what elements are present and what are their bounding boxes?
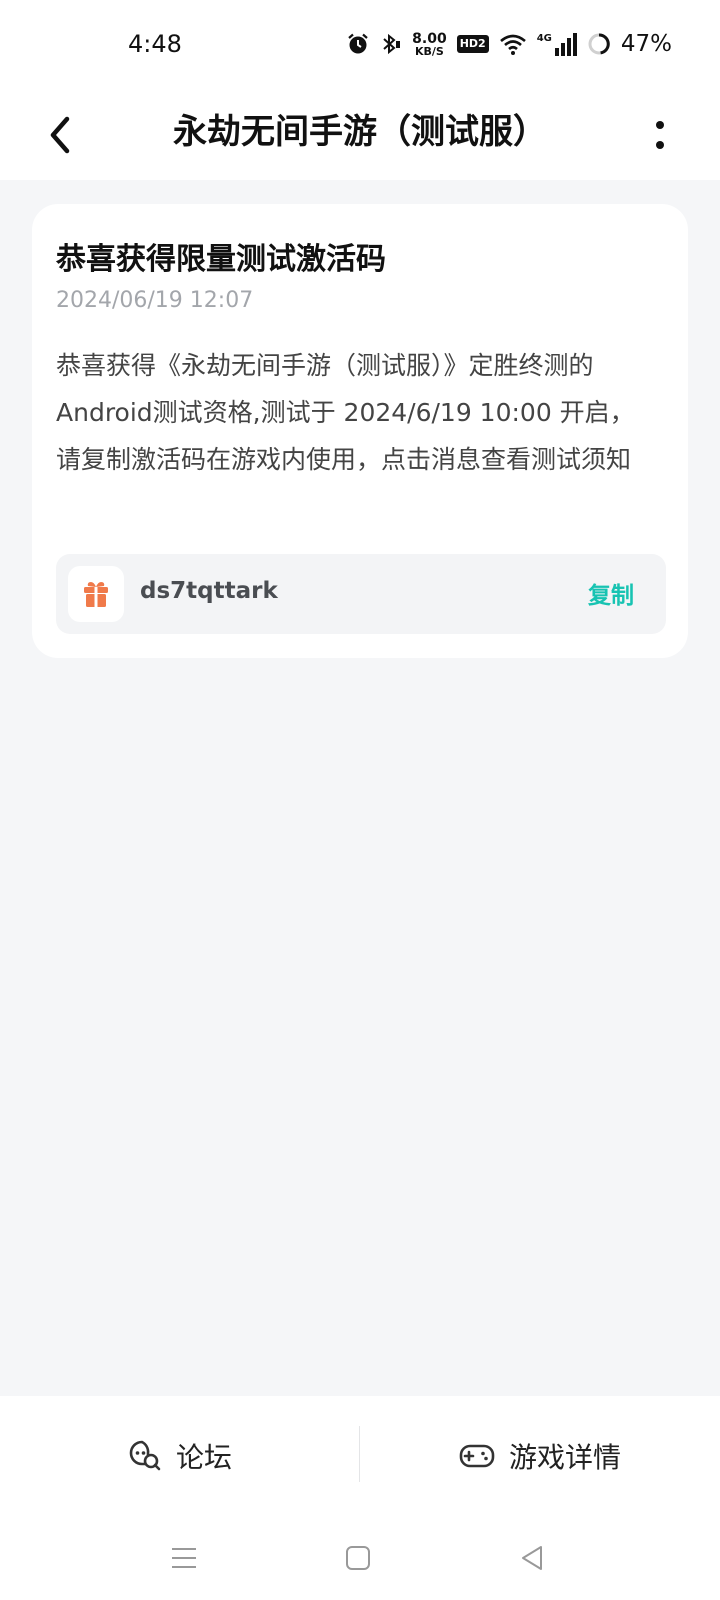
gamepad-icon — [459, 1444, 495, 1468]
message-body: 恭喜获得《永劫无间手游（测试服）》定胜终测的Android测试资格,测试于 20… — [56, 351, 635, 474]
signal-bar — [560, 42, 565, 56]
message-card[interactable]: 恭喜获得限量测试激活码 2024/06/19 12:07 恭喜获得《永劫无间手游… — [32, 204, 688, 658]
more-options-button[interactable] — [630, 105, 690, 165]
bottom-action-bar: 论坛 游戏详情 — [0, 1396, 720, 1516]
app-header: 永劫无间手游（测试服） — [0, 90, 720, 180]
gift-icon-wrapper — [68, 566, 124, 622]
signal-bar — [566, 37, 571, 56]
speed-unit: KB/S — [415, 44, 444, 58]
menu-icon — [172, 1548, 196, 1568]
speed-value: 8.00 — [412, 30, 447, 47]
message-timestamp: 2024/06/19 12:07 — [56, 288, 254, 313]
message-title: 恭喜获得限量测试激活码 — [56, 242, 386, 277]
system-back-button[interactable] — [512, 1538, 552, 1578]
game-details-label: 游戏详情 — [508, 1441, 621, 1474]
copy-button[interactable]: 复制 — [588, 576, 634, 610]
activation-code-box: ds7tqttark 复制 — [56, 554, 666, 634]
page-title: 永劫无间手游（测试服） — [173, 112, 547, 152]
signal-bar — [572, 32, 577, 56]
gift-icon — [84, 582, 108, 607]
status-time: 4:48 — [128, 30, 182, 58]
home-icon — [346, 1546, 370, 1570]
bluetooth-icon — [380, 32, 402, 56]
back-triangle-icon — [522, 1546, 542, 1570]
forum-icon — [129, 1440, 161, 1471]
network-type: 4G — [536, 32, 552, 44]
network-speed: 8.00 KB/S — [412, 32, 447, 57]
battery-percent: 47% — [620, 31, 672, 57]
wifi-icon — [499, 32, 527, 56]
status-bar: 4:48 8.00 KB/S HD2 4G 47% — [0, 0, 720, 90]
home-button[interactable] — [338, 1538, 378, 1578]
system-nav-bar — [0, 1516, 720, 1600]
hd-badge: HD2 — [456, 35, 489, 53]
game-details-tab[interactable]: 游戏详情 — [360, 1396, 720, 1516]
more-vertical-icon — [656, 121, 664, 149]
battery-icon — [587, 32, 611, 56]
forum-tab[interactable]: 论坛 — [0, 1396, 360, 1516]
alarm-icon — [346, 32, 370, 56]
recent-apps-button[interactable] — [164, 1538, 204, 1578]
cellular-signal: 4G — [536, 32, 577, 56]
forum-label: 论坛 — [175, 1441, 232, 1474]
signal-bar — [554, 47, 559, 56]
status-icons: 8.00 KB/S HD2 4G 47% — [346, 28, 672, 60]
activation-code: ds7tqttark — [140, 578, 278, 604]
